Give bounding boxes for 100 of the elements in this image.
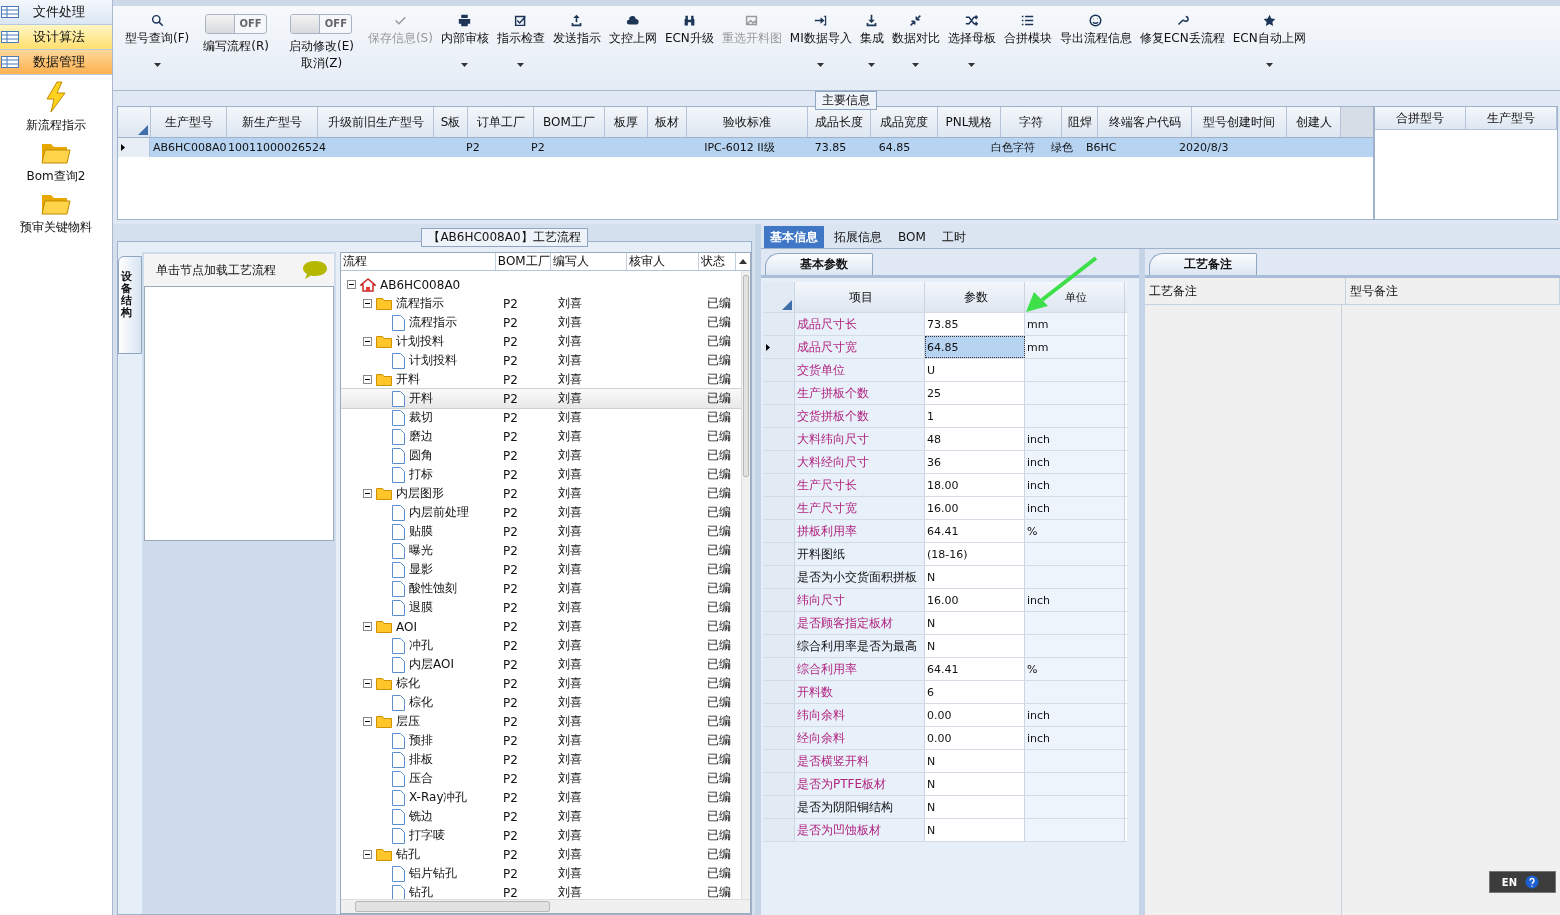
tree-node-label[interactable]: 流程指示 bbox=[396, 295, 444, 312]
shortcut-label[interactable]: Bom查询2 bbox=[26, 168, 86, 185]
tree-row[interactable]: 计划投料 P2 刘喜 已编 bbox=[341, 351, 741, 370]
panel-tab[interactable]: 工艺备注 bbox=[1149, 253, 1257, 275]
toolbar-button[interactable]: ECN自动上网 bbox=[1232, 14, 1306, 47]
collapse-icon[interactable] bbox=[363, 622, 372, 631]
scroll-up-icon[interactable] bbox=[739, 259, 748, 264]
tree-node-label[interactable]: 层压 bbox=[396, 713, 420, 730]
tree-node-label[interactable]: 打标 bbox=[409, 466, 433, 483]
toolbar-button[interactable]: 修复ECN丢流程 bbox=[1139, 14, 1225, 47]
toolbar-button[interactable]: 启动修改(E) 取消(Z) bbox=[288, 38, 354, 72]
tree-row[interactable]: 内层AOI P2 刘喜 已编 bbox=[341, 655, 741, 674]
tree-row[interactable]: 钻孔 P2 刘喜 已编 bbox=[341, 845, 741, 864]
tree-row[interactable]: 磨边 P2 刘喜 已编 bbox=[341, 427, 741, 446]
tree-row[interactable]: 棕化 P2 刘喜 已编 bbox=[341, 693, 741, 712]
caret-icon[interactable] bbox=[817, 63, 825, 67]
column-header[interactable]: BOM工厂 bbox=[534, 107, 605, 137]
tree-row[interactable]: 压合 P2 刘喜 已编 bbox=[341, 769, 741, 788]
toolbar-button[interactable]: 编写流程(R) bbox=[203, 38, 269, 55]
toolbar-button[interactable]: ECN升级 bbox=[664, 14, 714, 47]
tree-row[interactable]: 铝片钻孔 P2 刘喜 已编 bbox=[341, 864, 741, 883]
tree-row[interactable]: 曝光 P2 刘喜 已编 bbox=[341, 541, 741, 560]
column-header[interactable]: 流程 bbox=[341, 253, 496, 270]
toolbar-button[interactable]: 指示检查 bbox=[496, 14, 545, 47]
caret-icon[interactable] bbox=[517, 63, 525, 67]
tree-node-label[interactable]: 计划投料 bbox=[409, 352, 457, 369]
toolbar-button[interactable]: MI数据导入 bbox=[789, 14, 852, 47]
tab[interactable]: BOM bbox=[892, 226, 932, 248]
caret-icon[interactable] bbox=[153, 63, 161, 67]
toolbar-button[interactable]: 数据对比 bbox=[891, 14, 940, 47]
tree-row[interactable]: 显影 P2 刘喜 已编 bbox=[341, 560, 741, 579]
tree-node-label[interactable]: 开料 bbox=[409, 390, 433, 407]
tree-node-label[interactable]: 铣边 bbox=[409, 808, 433, 825]
column-header[interactable]: BOM工厂 bbox=[495, 253, 551, 270]
collapse-icon[interactable] bbox=[363, 337, 372, 346]
tree-node-label[interactable]: 内层AOI bbox=[409, 656, 454, 673]
toolbar-button[interactable]: 文控上网 bbox=[608, 14, 657, 47]
parameter-value[interactable]: 64.85 bbox=[925, 336, 1025, 358]
caret-icon[interactable] bbox=[1265, 63, 1273, 67]
tree-row[interactable]: 排板 P2 刘喜 已编 bbox=[341, 750, 741, 769]
column-header[interactable]: 型号备注 bbox=[1346, 278, 1560, 304]
tree-row[interactable]: 内层前处理 P2 刘喜 已编 bbox=[341, 503, 741, 522]
tree-row[interactable]: 退膜 P2 刘喜 已编 bbox=[341, 598, 741, 617]
tree-row[interactable]: 流程指示 P2 刘喜 已编 bbox=[341, 294, 741, 313]
column-header[interactable]: 新生产型号 bbox=[227, 107, 318, 137]
tree-row[interactable]: AB6HC008A0 bbox=[341, 275, 741, 294]
shortcut-label[interactable]: 新流程指示 bbox=[26, 117, 86, 134]
tree-node-label[interactable]: 内层图形 bbox=[396, 485, 444, 502]
collapse-icon[interactable] bbox=[363, 850, 372, 859]
caret-icon[interactable] bbox=[912, 63, 920, 67]
tree-row[interactable]: 层压 P2 刘喜 已编 bbox=[341, 712, 741, 731]
caret-icon[interactable] bbox=[868, 63, 876, 67]
help-icon[interactable] bbox=[1525, 875, 1539, 889]
collapse-icon[interactable] bbox=[363, 679, 372, 688]
tree-node-label[interactable]: 酸性蚀刻 bbox=[409, 580, 457, 597]
tree-row[interactable]: 内层图形 P2 刘喜 已编 bbox=[341, 484, 741, 503]
collapse-icon[interactable] bbox=[347, 280, 356, 289]
tree-node-label[interactable]: 冲孔 bbox=[409, 637, 433, 654]
tree-node-label[interactable]: 流程指示 bbox=[409, 314, 457, 331]
sidebar-menu-item[interactable]: 设计算法 bbox=[0, 25, 112, 50]
tree-row[interactable]: 裁切 P2 刘喜 已编 bbox=[341, 408, 741, 427]
tree-row[interactable]: 钻孔 P2 刘喜 已编 bbox=[341, 883, 741, 899]
column-header[interactable]: 编写人 bbox=[550, 253, 627, 270]
table-row[interactable]: AB6HC008A0 10011000026524 P2 P2 IPC-6012 II级 73.85 64.85 白色字符 绿色 B6HC 2020/8/3 bbox=[118, 138, 1373, 157]
lightning-icon[interactable] bbox=[44, 81, 68, 113]
tree-row[interactable]: 计划投料 P2 刘喜 已编 bbox=[341, 332, 741, 351]
tree-row[interactable]: 流程指示 P2 刘喜 已编 bbox=[341, 313, 741, 332]
tree-node-label[interactable]: AB6HC008A0 bbox=[380, 277, 461, 292]
sidebar-menu-item[interactable]: 数据管理 bbox=[0, 50, 112, 75]
tree-node-label[interactable]: 排板 bbox=[409, 751, 433, 768]
tree-node-label[interactable]: 退膜 bbox=[409, 599, 433, 616]
tree-node-label[interactable]: 开料 bbox=[396, 371, 420, 388]
language-bar[interactable]: EN bbox=[1488, 871, 1556, 893]
tree-node-label[interactable]: 内层前处理 bbox=[409, 504, 469, 521]
column-header[interactable]: 阻焊 bbox=[1062, 107, 1098, 137]
horizontal-scrollbar[interactable] bbox=[341, 899, 750, 913]
sidebar-menu-item[interactable]: 文件处理 bbox=[0, 0, 112, 25]
column-header[interactable]: 状态 bbox=[698, 253, 737, 270]
tree-node-label[interactable]: 曝光 bbox=[409, 542, 433, 559]
column-header[interactable]: 板材 bbox=[648, 107, 687, 137]
tree-node-label[interactable]: 计划投料 bbox=[396, 333, 444, 350]
tree-node-label[interactable]: AOI bbox=[396, 619, 417, 634]
toolbar-button[interactable]: 选择母板 bbox=[947, 14, 996, 47]
tab[interactable]: 基本信息 bbox=[764, 226, 824, 248]
tree-row[interactable]: 开料 P2 刘喜 已编 bbox=[341, 389, 741, 408]
collapse-icon[interactable] bbox=[363, 375, 372, 384]
tree-node-label[interactable]: 棕化 bbox=[396, 675, 420, 692]
tree-node-label[interactable]: 压合 bbox=[409, 770, 433, 787]
column-header[interactable]: PNL规格 bbox=[938, 107, 1001, 137]
tree-node-label[interactable]: X-Ray冲孔 bbox=[409, 789, 468, 806]
tree-node-label[interactable]: 圆角 bbox=[409, 447, 433, 464]
tree-node-label[interactable]: 磨边 bbox=[409, 428, 433, 445]
column-header[interactable]: 成品宽度 bbox=[871, 107, 938, 137]
language-indicator[interactable]: EN bbox=[1501, 876, 1517, 888]
column-header[interactable]: 终端客户代码 bbox=[1098, 107, 1192, 137]
column-header[interactable]: S板 bbox=[434, 107, 468, 137]
tree-row[interactable]: 预排 P2 刘喜 已编 bbox=[341, 731, 741, 750]
toolbar-button[interactable]: 集成 bbox=[859, 14, 884, 47]
tree-row[interactable]: 贴膜 P2 刘喜 已编 bbox=[341, 522, 741, 541]
column-header[interactable]: 参数 bbox=[925, 282, 1025, 312]
